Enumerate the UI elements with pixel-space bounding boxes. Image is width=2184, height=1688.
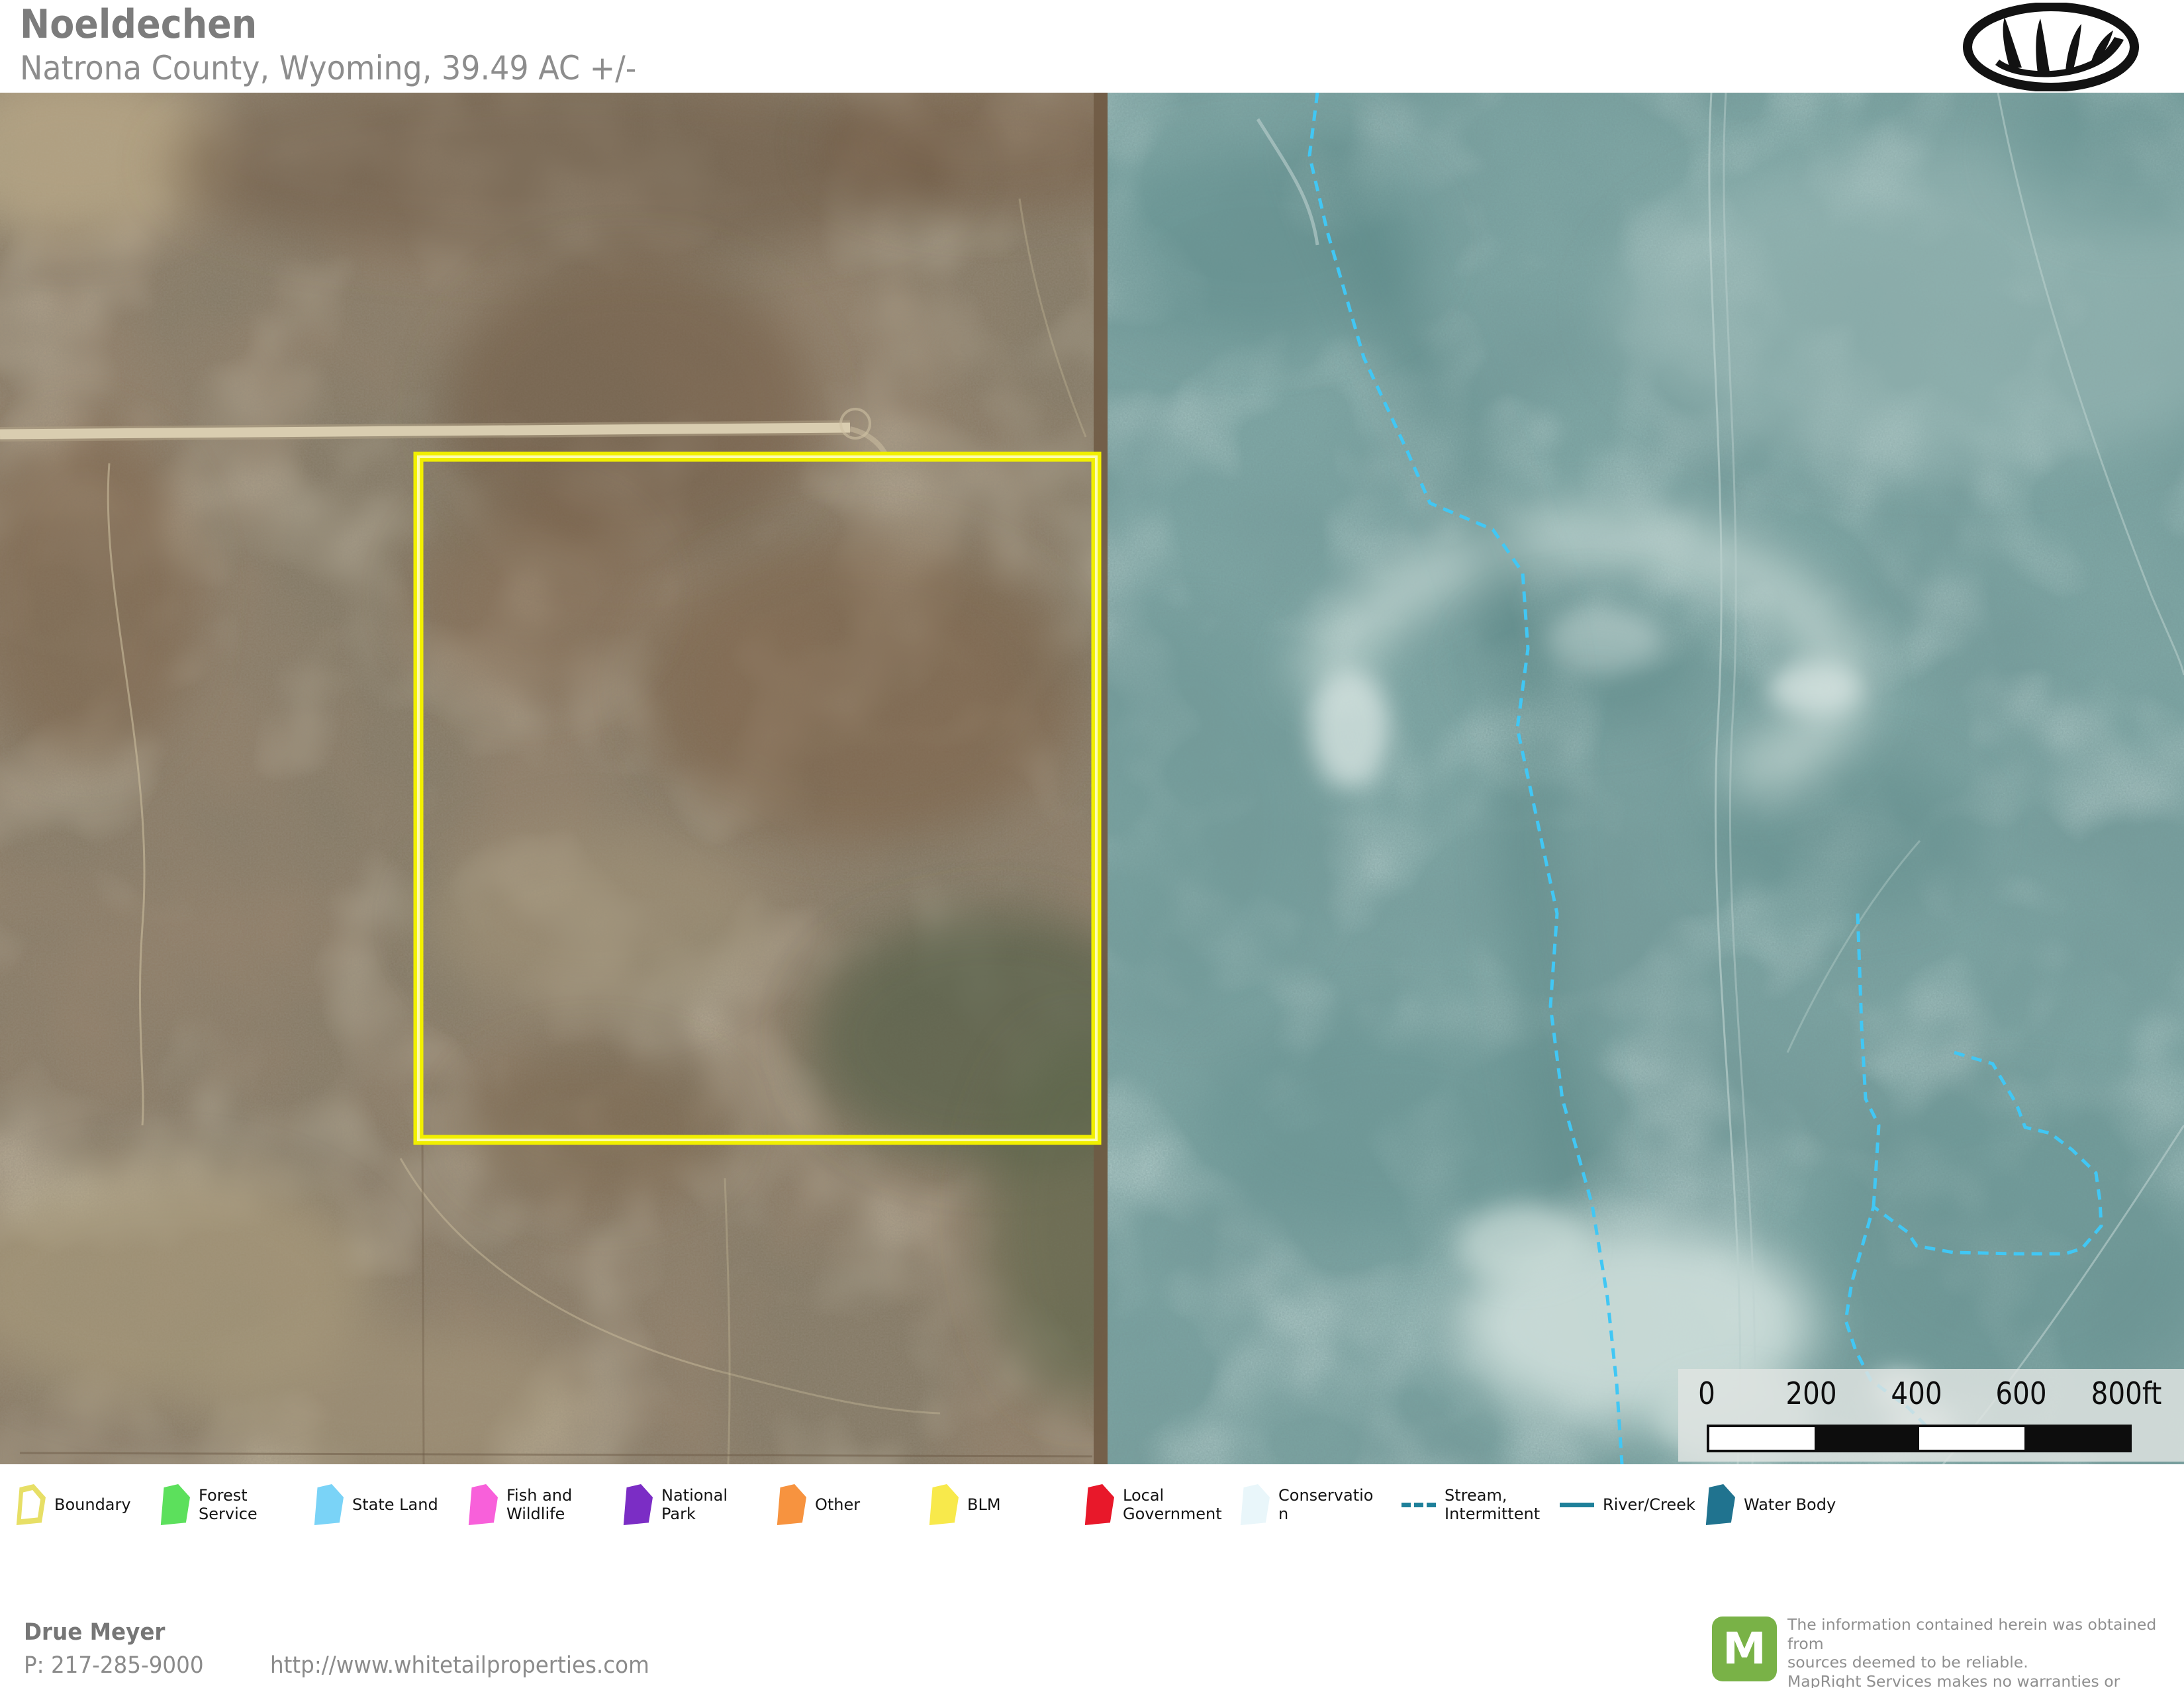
scale-labels: 0 200 400 600 800ft [1678, 1376, 2184, 1413]
scale-label-0: 0 [1698, 1376, 1715, 1411]
legend-item-blm: BLM [927, 1483, 1001, 1526]
scale-segment [1919, 1427, 2024, 1450]
agent-phone: P: 217-285-9000 [24, 1652, 204, 1679]
mapright-logo: M [1712, 1617, 1777, 1681]
scale-bar: 0 200 400 600 800ft [1678, 1369, 2184, 1462]
pentagon-icon [1239, 1484, 1270, 1525]
scale-segment [1815, 1427, 1920, 1450]
legend-item-other: Other [775, 1483, 860, 1526]
scale-segment [1709, 1427, 1815, 1450]
scale-segment [2024, 1427, 2130, 1450]
antler-oval-logo [1961, 3, 2141, 91]
map-legend: Boundary Forest Service State Land Fish … [0, 1464, 2184, 1607]
legend-item-stream-intermittent: Stream, Intermittent [1401, 1483, 1541, 1526]
legend-item-conservation: Conservation [1239, 1483, 1379, 1526]
map-export-page: Noeldechen Natrona County, Wyoming, 39.4… [0, 0, 2184, 1688]
boundary-outline-icon [15, 1484, 46, 1525]
scale-label-600: 600 [1995, 1376, 2046, 1411]
legend-label: Water Body [1744, 1495, 1836, 1514]
pentagon-icon [927, 1484, 959, 1525]
legend-item-local-government: Local Government [1083, 1483, 1222, 1526]
legend-item-fish-and-wildlife: Fish and Wildlife [467, 1483, 573, 1526]
pentagon-icon [775, 1484, 806, 1525]
page-subtitle: Natrona County, Wyoming, 39.49 AC +/- [20, 49, 636, 87]
legend-label: Stream, Intermittent [1445, 1486, 1541, 1523]
legend-label: Fish and Wildlife [506, 1486, 573, 1523]
legend-label: Boundary [54, 1495, 131, 1514]
pentagon-icon [622, 1484, 653, 1525]
legend-label: BLM [967, 1495, 1001, 1514]
disclaimer-text: The information contained herein was obt… [1787, 1615, 2181, 1688]
legend-item-state-land: State Land [312, 1483, 438, 1526]
pentagon-icon [1704, 1484, 1735, 1525]
legend-label: State Land [352, 1495, 438, 1514]
pentagon-icon [467, 1484, 498, 1525]
legend-item-river-creek: River/Creek [1560, 1483, 1695, 1526]
legend-label: River/Creek [1603, 1495, 1695, 1514]
legend-label: Forest Service [199, 1486, 255, 1523]
pentagon-icon [159, 1484, 190, 1525]
legend-item-forest-service: Forest Service [159, 1483, 255, 1526]
solid-line-icon [1560, 1503, 1594, 1507]
dashed-line-icon [1401, 1503, 1436, 1507]
scale-label-800: 800ft [2091, 1376, 2162, 1411]
legend-label: National Park [661, 1486, 731, 1523]
legend-item-boundary: Boundary [15, 1483, 131, 1526]
legend-label: Other [815, 1495, 860, 1514]
agent-website: http://www.whitetailproperties.com [270, 1652, 649, 1679]
agent-name: Drue Meyer [24, 1619, 165, 1646]
scale-label-200: 200 [1785, 1376, 1836, 1411]
legend-item-national-park: National Park [622, 1483, 731, 1526]
legend-label: Conservation [1278, 1486, 1379, 1523]
page-title: Noeldechen [20, 1, 257, 48]
mapright-logo-letter: M [1723, 1627, 1766, 1671]
scale-label-400: 400 [1891, 1376, 1942, 1411]
aerial-map-canvas [0, 93, 2184, 1464]
scale-bar-segments [1707, 1425, 2132, 1452]
aerial-imagery-left [0, 93, 1178, 1464]
legend-label: Local Government [1123, 1486, 1222, 1523]
pentagon-icon [312, 1484, 344, 1525]
pentagon-icon [1083, 1484, 1114, 1525]
legend-item-water-body: Water Body [1704, 1483, 1836, 1526]
blue-overlay-region [1059, 93, 2184, 1464]
